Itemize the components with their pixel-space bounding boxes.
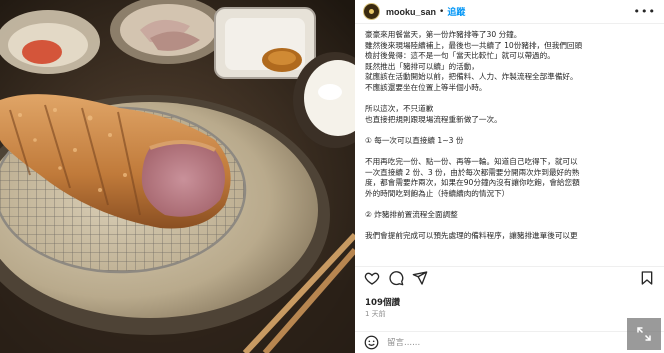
- more-options-icon[interactable]: •••: [634, 5, 656, 18]
- comment-bar: [355, 331, 664, 353]
- emoji-icon[interactable]: [363, 335, 379, 351]
- expand-icon[interactable]: [627, 318, 661, 350]
- caption-line: 所以這次，不只道歉: [365, 104, 434, 114]
- comment-icon[interactable]: [387, 269, 405, 287]
- comment-input[interactable]: [387, 337, 587, 348]
- caption-line: 一次直接續 2 份、3 份，由於每次都需要分開兩次炸到最好的熟: [365, 167, 580, 177]
- caption-line: 雖然後來現場陸續補上，最後也一共續了 10份豬排，但我們回頭: [365, 40, 583, 50]
- tonkatsu-photo: [0, 0, 355, 353]
- caption-line: 就應該在活動開始以前，把備料、人力、炸製流程全部準備好。: [365, 72, 578, 82]
- username-link[interactable]: mooku_san: [386, 7, 436, 17]
- caption-line: 檢討後覺得：這不是一句「當天比較忙」就可以帶過的。: [365, 51, 555, 61]
- caption-line: 我們會提前完成可以預先處理的備料程序，讓豬排進單後可以更: [365, 231, 578, 241]
- caption-line: ① 每一次可以直接續 1~3 份: [365, 135, 464, 145]
- follow-button[interactable]: 追蹤: [447, 5, 465, 18]
- post-time[interactable]: 1 天前: [365, 309, 386, 319]
- avatar[interactable]: [363, 3, 380, 20]
- bookmark-icon[interactable]: [638, 269, 656, 287]
- caption-line: 既然推出「豬排可以續」的活動，: [365, 61, 479, 71]
- caption-line: 度，都會需要炸兩次，如果在90分鐘內沒有讓你吃飽，會給您額: [365, 178, 580, 188]
- send-icon[interactable]: [411, 269, 429, 287]
- caption-line: 外的時間吃到飽為止（持續續肉的情況下）: [365, 188, 510, 198]
- caption-line: 豪豪來用餐當天，第一份炸豬排等了30 分鐘。: [365, 30, 522, 39]
- post-side-panel: mooku_san • 追蹤 ••• 豪豪來用餐當天，第一份炸豬排等了30 分鐘…: [355, 0, 664, 353]
- heart-icon[interactable]: [363, 269, 381, 287]
- caption-line: 不用再吃完一份、點一份、再等一輪。知道自己吃得下，就可以: [365, 157, 578, 167]
- post-actions: [355, 266, 664, 288]
- post-photo[interactable]: [0, 0, 355, 353]
- caption-line: ② 炸豬排前置流程全面調整: [365, 210, 458, 220]
- caption-line: 也直接把規則跟現場流程重新做了一次。: [365, 114, 502, 124]
- caption-line: 不應該還要坐在位置上等半個小時。: [365, 82, 487, 92]
- likes-count[interactable]: 109個讚: [365, 296, 400, 308]
- separator-dot: •: [439, 6, 445, 17]
- post-header: mooku_san • 追蹤 •••: [355, 0, 664, 24]
- instagram-post-view: mooku_san • 追蹤 ••• 豪豪來用餐當天，第一份炸豬排等了30 分鐘…: [0, 0, 664, 353]
- post-caption: 豪豪來用餐當天，第一份炸豬排等了30 分鐘。 雖然後來現場陸續補上，最後也一共續了…: [355, 24, 664, 262]
